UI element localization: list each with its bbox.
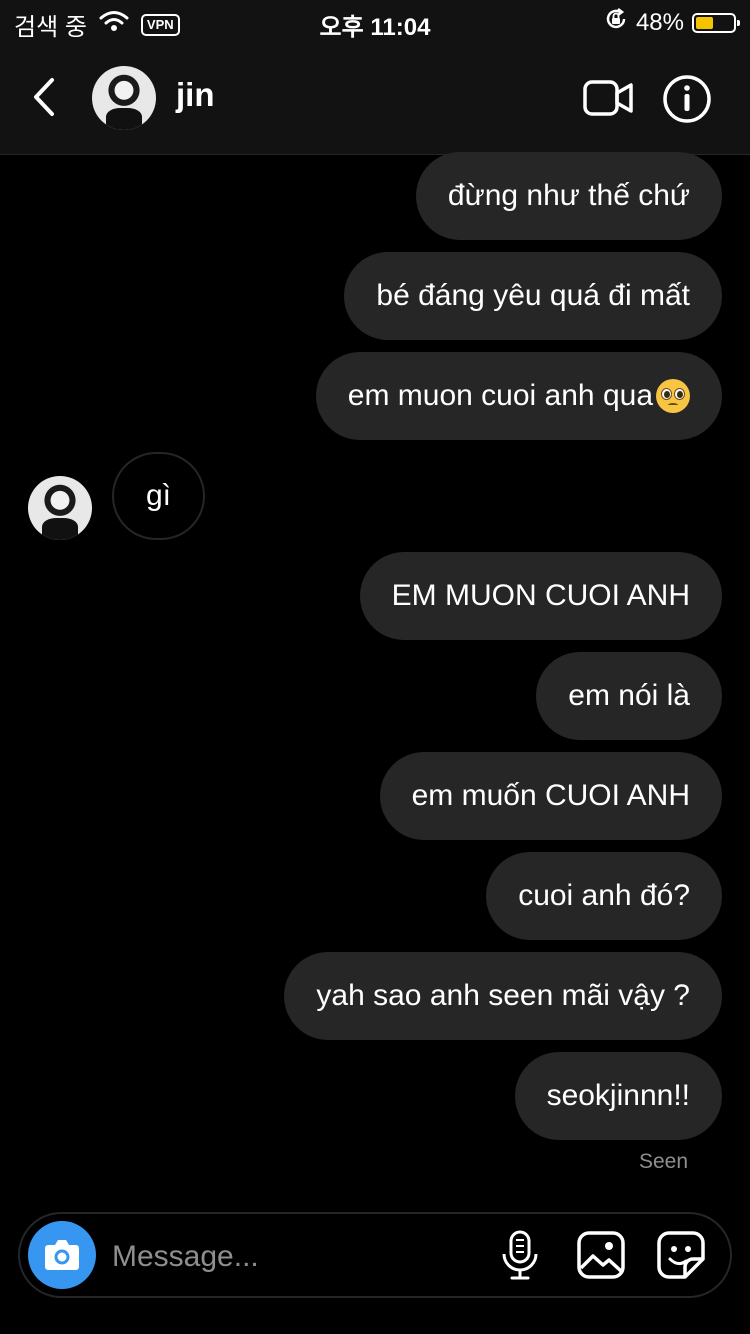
microphone-icon xyxy=(502,1230,538,1280)
sender-avatar[interactable] xyxy=(28,476,92,540)
message-text: em muon cuoi anh qua xyxy=(347,379,653,412)
gallery-button[interactable] xyxy=(576,1230,626,1280)
outgoing-message[interactable]: seokjinnn!! xyxy=(514,1052,722,1140)
battery-nub xyxy=(737,19,740,26)
status-right: 48% xyxy=(604,7,740,38)
message-input[interactable] xyxy=(110,1226,484,1288)
chat-username[interactable]: jin xyxy=(176,76,215,114)
info-icon xyxy=(663,75,711,123)
back-button[interactable] xyxy=(26,74,62,120)
sticker-icon xyxy=(657,1231,705,1279)
message-text: em nói là xyxy=(568,679,690,712)
sticker-button[interactable] xyxy=(656,1230,706,1280)
rotation-lock-icon xyxy=(604,7,628,38)
voice-message-button[interactable] xyxy=(498,1230,542,1282)
message-text: seokjinnn!! xyxy=(546,1079,690,1112)
battery-fill xyxy=(696,16,713,29)
message-text: yah sao anh seen mãi vậy ? xyxy=(316,979,690,1012)
gallery-icon xyxy=(577,1231,625,1279)
seen-indicator: Seen xyxy=(638,1150,688,1173)
outgoing-message[interactable]: em muon cuoi anh qua xyxy=(315,352,722,440)
chevron-left-icon xyxy=(34,78,54,116)
pleading-face-emoji xyxy=(656,379,690,413)
incoming-message[interactable]: gì xyxy=(112,452,206,540)
outgoing-message[interactable]: yah sao anh seen mãi vậy ? xyxy=(284,952,722,1040)
camera-button[interactable] xyxy=(28,1221,96,1289)
outgoing-message[interactable]: em nói là xyxy=(536,652,722,740)
outgoing-message[interactable]: đừng như thế chứ xyxy=(415,152,722,240)
chat-screen: 검색 중 VPN 오후 11:04 48% jin đừng như thế c… xyxy=(0,0,750,1334)
outgoing-message[interactable]: bé đáng yêu quá đi mất xyxy=(344,252,722,340)
header-avatar[interactable] xyxy=(92,66,156,130)
info-button[interactable] xyxy=(662,74,712,124)
message-text: EM MUON CUOI ANH xyxy=(391,579,690,612)
battery-icon xyxy=(692,12,740,33)
chat-header: jin xyxy=(0,40,750,155)
video-call-button[interactable] xyxy=(582,76,634,120)
message-text: đừng như thế chứ xyxy=(447,179,690,212)
outgoing-message[interactable]: cuoi anh đó? xyxy=(486,852,722,940)
outgoing-message[interactable]: em muốn CUOI ANH xyxy=(379,752,722,840)
message-text: gì xyxy=(146,479,172,512)
camera-icon xyxy=(45,1240,79,1270)
outgoing-message[interactable]: EM MUON CUOI ANH xyxy=(359,552,722,640)
message-text: bé đáng yêu quá đi mất xyxy=(376,279,690,312)
video-camera-icon xyxy=(583,80,633,116)
status-bar: 검색 중 VPN 오후 11:04 48% xyxy=(0,0,750,41)
battery-percent: 48% xyxy=(635,8,684,36)
message-text: cuoi anh đó? xyxy=(518,879,690,912)
message-text: em muốn CUOI ANH xyxy=(411,779,690,812)
message-composer xyxy=(18,1212,732,1298)
